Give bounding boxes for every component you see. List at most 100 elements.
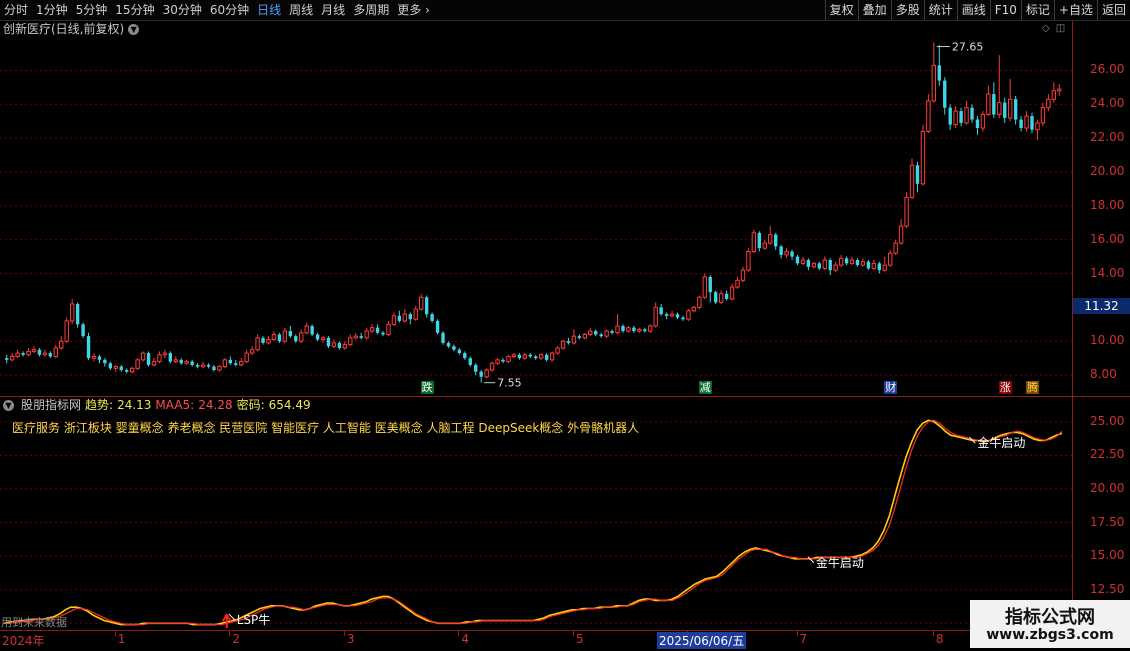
candle-body <box>364 330 369 339</box>
toolbar-button-1[interactable]: 叠加 <box>857 0 891 20</box>
period-tab-3[interactable]: 15分钟 <box>111 0 158 20</box>
period-tab-1[interactable]: 1分钟 <box>32 0 72 20</box>
candle-body <box>97 356 102 360</box>
toolbar-button-2[interactable]: 多股 <box>890 0 924 20</box>
candle-body <box>1030 116 1034 130</box>
signal-tag[interactable]: 财 <box>884 381 898 394</box>
candle-body <box>53 347 58 357</box>
candle-body <box>632 327 636 332</box>
candle-body <box>91 355 97 359</box>
toolbar-button-4[interactable]: 画线 <box>956 0 990 20</box>
candle-body <box>702 276 707 298</box>
candle-body <box>718 293 724 303</box>
candle-body <box>1035 122 1040 131</box>
maa5-line <box>4 419 1063 626</box>
candle-body <box>331 342 337 347</box>
month-tick-mark <box>572 631 574 636</box>
indicator-header: ▼ 股朋指标网 趋势: 24.13 MAA5: 24.28 密码: 654.49 <box>3 398 311 413</box>
period-tab-8[interactable]: 月线 <box>317 0 349 20</box>
candle-body <box>1024 115 1029 129</box>
candle-body <box>15 352 20 357</box>
price-tick-label: 10.00 <box>1090 333 1125 348</box>
maa5-label: MAA5: <box>155 398 195 412</box>
signal-tag[interactable]: 涨 <box>998 381 1012 394</box>
candle-body <box>157 354 162 363</box>
period-tab-5[interactable]: 60分钟 <box>206 0 253 20</box>
period-tab-7[interactable]: 周线 <box>285 0 317 20</box>
candle-body <box>468 358 472 365</box>
period-tab-4[interactable]: 30分钟 <box>159 0 206 20</box>
candle-body <box>69 303 75 322</box>
toolbar-button-0[interactable]: 复权 <box>824 0 858 20</box>
candle-body <box>446 342 451 347</box>
chevron-down-icon[interactable]: ▼ <box>3 400 14 411</box>
period-tab-10[interactable]: 更多 › <box>393 0 434 20</box>
price-tick-label: 22.00 <box>1090 130 1125 145</box>
price-tick-label: 26.00 <box>1090 62 1125 77</box>
period-tab-0[interactable]: 分时 <box>0 0 32 20</box>
month-tick-mark <box>932 631 934 636</box>
toolbar-button-8[interactable]: 返回 <box>1096 0 1130 20</box>
candle-body <box>495 359 500 364</box>
period-tab-9[interactable]: 多周期 <box>349 0 393 20</box>
signal-tag[interactable]: 腾 <box>1026 381 1039 394</box>
signal-tag[interactable]: 减 <box>698 381 712 394</box>
price-tick-label: 8.00 <box>1090 367 1117 382</box>
candle-body <box>190 361 194 365</box>
candle-body <box>75 304 80 325</box>
candle-body <box>817 263 822 269</box>
candle-body <box>871 262 877 269</box>
period-tab-6[interactable]: 日线 <box>253 0 285 20</box>
candle-body <box>424 297 429 315</box>
candle-body <box>222 359 228 368</box>
candle-body <box>419 296 424 310</box>
period-tab-2[interactable]: 5分钟 <box>72 0 112 20</box>
candle-body <box>538 354 544 359</box>
candle-body <box>669 313 675 317</box>
kline-chart[interactable]: 27.657.55 LSP牛金牛启动金牛启动金牛启动 <box>0 20 1072 630</box>
cursor-date: 2025/06/06/五 <box>657 632 747 649</box>
candle-body <box>506 355 511 363</box>
candle-body <box>997 102 1002 115</box>
candle-body <box>474 364 478 372</box>
candle-body <box>288 331 293 337</box>
candle-body <box>108 363 113 369</box>
candle-body <box>277 334 282 342</box>
high-price-label: 27.65 <box>952 41 984 54</box>
top-toolbar: 分时 1分钟 5分钟 15分钟 30分钟 60分钟 日线 周线 月线 多周期 更多 › 复权 叠加 多股… <box>0 0 1130 21</box>
candle-body <box>64 320 69 342</box>
toolbar-button-3[interactable]: 统计 <box>923 0 957 20</box>
trend-label: 趋势: <box>85 398 114 412</box>
candle-body <box>271 333 277 341</box>
candle-body <box>610 331 614 333</box>
candle-body <box>217 366 222 371</box>
candle-body <box>501 359 505 362</box>
month-tick-label: 2 <box>232 632 240 646</box>
toolbar-button-7[interactable]: +自选 <box>1053 0 1097 20</box>
candle-body <box>391 315 397 325</box>
candle-body <box>129 367 135 373</box>
toolbar-button-5[interactable]: F10 <box>989 0 1021 20</box>
toolbar-button-6[interactable]: 标记 <box>1020 0 1054 20</box>
indicator-name[interactable]: 股朋指标网 <box>21 398 81 413</box>
candle-body <box>992 94 996 115</box>
candle-body <box>408 314 412 320</box>
panel-divider <box>0 396 1130 397</box>
candle-body <box>135 359 140 369</box>
candle-body <box>762 242 767 249</box>
month-tick-mark <box>796 631 798 636</box>
candle-body <box>729 286 735 300</box>
candle-body <box>179 359 183 364</box>
candle-body <box>909 164 915 198</box>
candle-body <box>898 225 904 244</box>
candle-body <box>664 314 669 316</box>
price-gridlines <box>0 69 1072 376</box>
candle-body <box>381 332 385 335</box>
trend-line <box>3 419 1063 626</box>
candle-body <box>833 264 838 271</box>
signal-tag[interactable]: 跌 <box>420 381 434 394</box>
candle-body <box>784 251 789 256</box>
candle-body <box>615 325 620 334</box>
candle-body <box>528 354 532 357</box>
annotation-label: 金牛启动 <box>977 435 1025 450</box>
